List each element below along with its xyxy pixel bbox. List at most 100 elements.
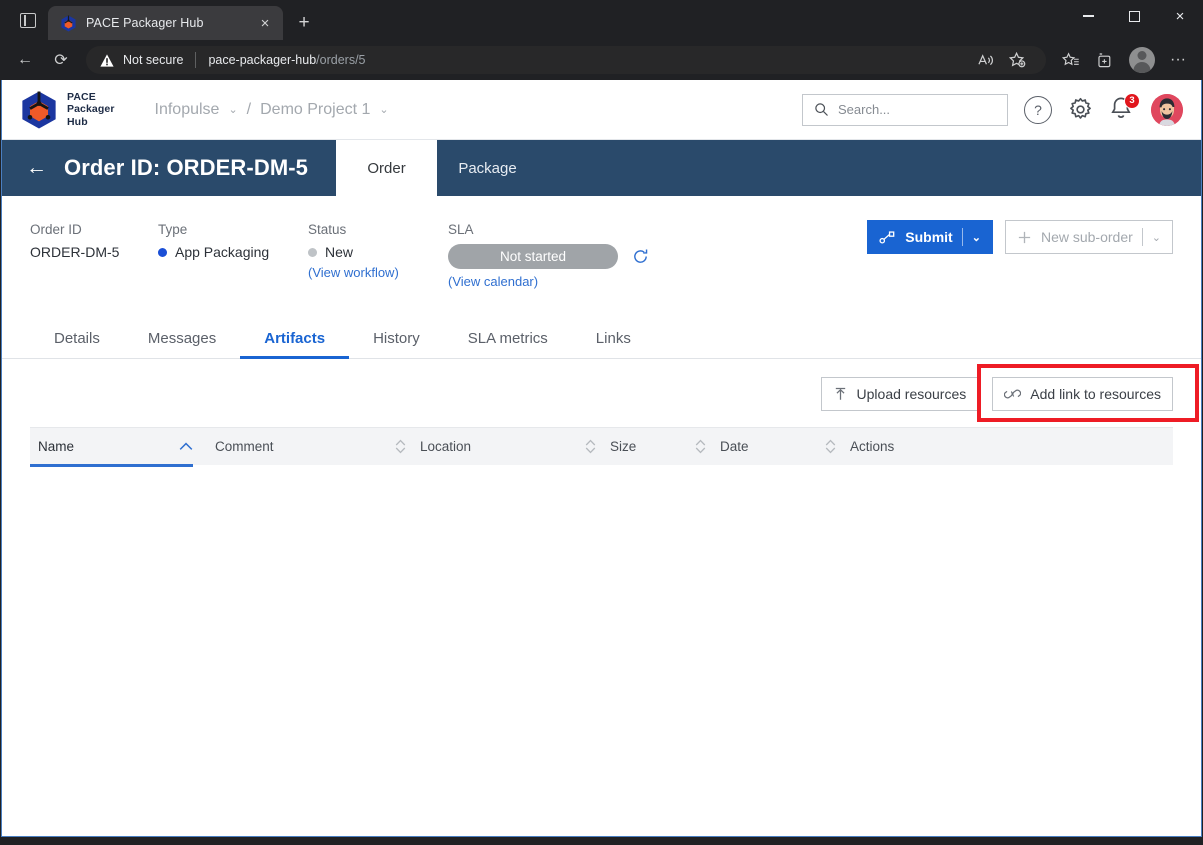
window-minimize-button[interactable] [1065, 0, 1111, 32]
upload-resources-label: Upload resources [856, 386, 967, 402]
column-header-name-label: Name [38, 439, 75, 454]
tab-messages[interactable]: Messages [124, 330, 240, 358]
meta-status-label: Status [308, 222, 347, 237]
sort-icon[interactable] [585, 439, 596, 454]
app-header-actions: Search... ? 3 [802, 92, 1183, 126]
breadcrumb-separator: / [246, 100, 252, 118]
back-icon[interactable]: ← [8, 45, 42, 75]
column-header-location-label: Location [420, 439, 472, 454]
new-sub-order-button[interactable]: New sub-order ⌄ [1004, 220, 1173, 254]
sla-status-badge: Not started [448, 244, 618, 269]
back-button[interactable]: ← [26, 140, 60, 196]
browser-window: PACE Packager Hub × + × ← ⟳ Not secure p… [0, 0, 1203, 845]
reload-icon[interactable]: ⟳ [44, 45, 78, 75]
browser-tab[interactable]: PACE Packager Hub × [48, 6, 283, 40]
meta-type-value-row: App Packaging [158, 244, 308, 260]
plus-icon [1017, 230, 1032, 245]
chevron-down-icon[interactable]: ⌄ [228, 103, 237, 116]
favorites-icon[interactable] [1054, 45, 1088, 75]
sort-icon[interactable] [695, 439, 706, 454]
tab-search-button[interactable] [8, 0, 48, 40]
sort-icon[interactable] [395, 439, 406, 454]
meta-order-id: Order ID ORDER-DM-5 [30, 222, 158, 289]
app-logo-text: PACE Packager Hub [67, 91, 115, 128]
add-favorite-icon[interactable] [1002, 45, 1032, 75]
sort-ascending-icon[interactable] [179, 442, 193, 451]
upload-icon [833, 387, 848, 402]
tab-artifacts[interactable]: Artifacts [240, 330, 349, 359]
read-aloud-icon[interactable] [970, 45, 1000, 75]
window-maximize-button[interactable] [1111, 0, 1157, 32]
breadcrumb: Infopulse ⌄ / Demo Project 1 ⌄ [155, 101, 389, 119]
window-controls: × [1065, 0, 1203, 40]
settings-and-more-icon[interactable]: ··· [1161, 45, 1195, 75]
upload-resources-button[interactable]: Upload resources [820, 377, 979, 411]
tab-links[interactable]: Links [572, 330, 655, 358]
settings-gear-icon[interactable] [1068, 97, 1093, 122]
artifacts-table: Name Comment Location Size Date Actions [30, 427, 1173, 467]
sla-row: Not started [448, 244, 649, 269]
chevron-down-icon[interactable]: ⌄ [379, 103, 388, 116]
table-header-row: Name Comment Location Size Date Actions [30, 427, 1173, 467]
breadcrumb-project[interactable]: Demo Project 1 ⌄ [260, 101, 388, 119]
column-header-date[interactable]: Date [720, 428, 850, 466]
refresh-icon[interactable] [632, 248, 649, 265]
order-tabs: Order Package [336, 140, 538, 196]
omnibox-actions [964, 45, 1032, 75]
new-tab-button[interactable]: + [289, 8, 319, 38]
view-workflow-link[interactable]: (View workflow) [308, 265, 448, 280]
help-icon[interactable]: ? [1024, 95, 1052, 124]
security-status-label: Not secure [123, 53, 184, 67]
link-icon [1004, 387, 1022, 401]
search-input[interactable]: Search... [802, 93, 1008, 126]
column-header-comment[interactable]: Comment [215, 428, 420, 466]
meta-sla: SLA Not started (View calendar) [448, 222, 649, 289]
tab-details[interactable]: Details [30, 330, 124, 358]
submit-button[interactable]: Submit ⌄ [867, 220, 993, 254]
url-path: /orders/5 [316, 53, 366, 67]
notifications-bell[interactable]: 3 [1109, 92, 1140, 124]
breadcrumb-org[interactable]: Infopulse ⌄ [155, 101, 238, 119]
meta-status-value-row: New [308, 244, 448, 260]
chevron-down-icon[interactable]: ⌄ [1152, 231, 1161, 244]
tab-sla-metrics[interactable]: SLA metrics [444, 330, 572, 358]
tab-close-icon[interactable]: × [253, 11, 277, 35]
tab-package[interactable]: Package [437, 140, 538, 196]
column-header-actions[interactable]: Actions [850, 428, 970, 466]
pace-logo-icon [60, 14, 77, 32]
column-header-date-label: Date [720, 439, 749, 454]
browser-tab-title: PACE Packager Hub [86, 16, 204, 30]
not-secure-warning-icon [100, 53, 114, 67]
page-viewport: PACE Packager Hub Infopulse ⌄ / Demo Pro… [1, 80, 1202, 837]
order-action-buttons: Submit ⌄ New sub-order ⌄ [867, 220, 1173, 254]
sort-icon[interactable] [825, 439, 836, 454]
omnibox-divider [195, 52, 197, 68]
profile-icon[interactable] [1129, 47, 1155, 73]
meta-status: Status New (View workflow) [308, 222, 448, 289]
meta-status-value: New [325, 244, 354, 260]
submit-button-label: Submit [905, 229, 953, 245]
artifacts-toolbar: Upload resources Add link to resources [2, 359, 1201, 422]
browser-navbar: ← ⟳ Not secure pace-packager-hub/orders/… [0, 40, 1203, 80]
window-close-button[interactable]: × [1157, 0, 1203, 32]
address-bar-url: pace-packager-hub/orders/5 [208, 53, 365, 67]
order-section-tabs: Details Messages Artifacts History SLA m… [2, 315, 1201, 359]
column-header-name[interactable]: Name [30, 428, 215, 467]
column-header-location[interactable]: Location [420, 428, 610, 466]
browser-tabstrip: PACE Packager Hub × + × [0, 0, 1203, 40]
breadcrumb-project-label: Demo Project 1 [260, 100, 371, 118]
add-link-to-resources-button[interactable]: Add link to resources [992, 377, 1173, 411]
collections-icon[interactable] [1089, 45, 1123, 75]
tab-history[interactable]: History [349, 330, 444, 358]
logo-line-2: Packager [67, 103, 115, 116]
view-calendar-link[interactable]: (View calendar) [448, 274, 649, 289]
column-header-size[interactable]: Size [610, 428, 720, 466]
chevron-down-icon[interactable]: ⌄ [972, 231, 981, 244]
meta-order-id-value: ORDER-DM-5 [30, 244, 120, 260]
address-bar[interactable]: Not secure pace-packager-hub/orders/5 [86, 46, 1046, 74]
workflow-icon [879, 230, 896, 245]
submit-button-divider [961, 228, 963, 246]
app-logo[interactable]: PACE Packager Hub [20, 90, 115, 130]
avatar[interactable] [1151, 93, 1183, 126]
tab-order[interactable]: Order [336, 140, 438, 196]
